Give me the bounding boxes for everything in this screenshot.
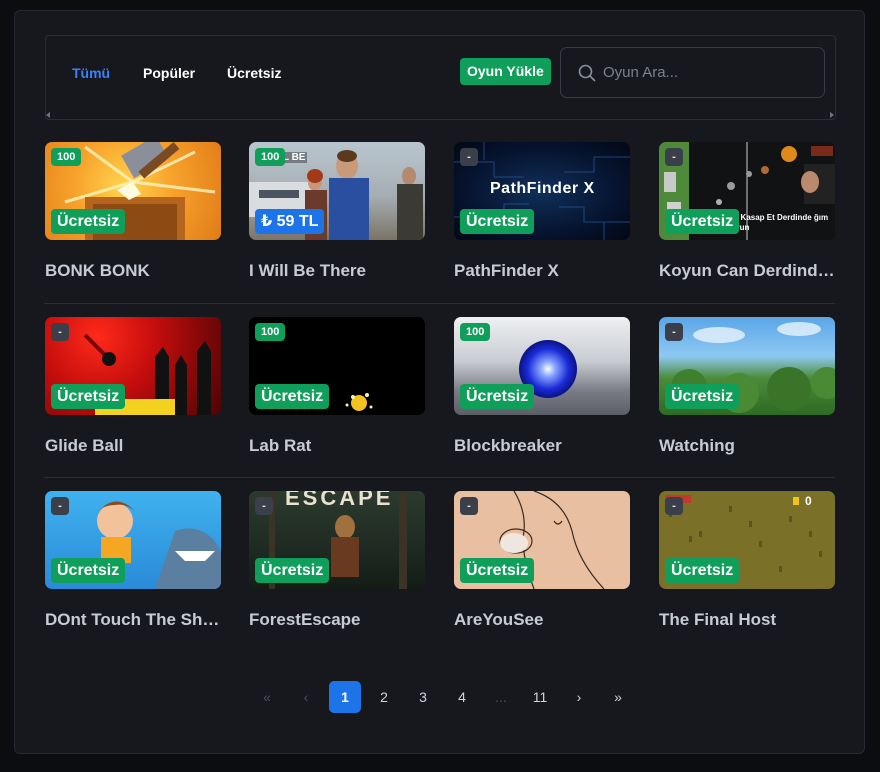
scroll-right-arrow[interactable]	[830, 112, 834, 118]
score-display: 0	[805, 494, 812, 508]
game-title[interactable]: Koyun Can Derdinde Kasap Et Derdinde	[659, 261, 835, 281]
next-page-button[interactable]: ›	[563, 681, 595, 713]
price-badge: Ücretsiz	[665, 558, 740, 583]
search-input[interactable]	[603, 48, 813, 97]
game-title[interactable]: Lab Rat	[249, 436, 425, 456]
price-badge: Ücretsiz	[255, 558, 330, 583]
filter-bar: Tümü Popüler Ücretsiz Oyun Yükle	[45, 35, 836, 120]
game-card[interactable]: de Kasap Et Derdinde ğım Oyun - Ücretsiz…	[659, 142, 835, 281]
game-title[interactable]: Watching	[659, 436, 835, 456]
price-badge: Ücretsiz	[665, 384, 740, 409]
game-thumbnail[interactable]: - Ücretsiz	[659, 317, 835, 415]
game-thumbnail[interactable]: 100 Ücretsiz	[249, 317, 425, 415]
first-page-button[interactable]: «	[251, 681, 283, 713]
tab-all[interactable]: Tümü	[72, 65, 110, 81]
game-thumbnail[interactable]: 100 Ücretsiz	[454, 317, 630, 415]
rating-badge: -	[665, 323, 683, 341]
price-badge: Ücretsiz	[255, 384, 330, 409]
game-card[interactable]: - Ücretsiz Glide Ball	[45, 317, 221, 456]
game-title[interactable]: The Final Host	[659, 610, 835, 630]
rating-badge: -	[665, 148, 683, 166]
rating-badge: -	[665, 497, 683, 515]
game-card[interactable]: I WILL BE 100 ₺ 59 TL I Will Be There	[249, 142, 425, 281]
game-thumbnail[interactable]: de Kasap Et Derdinde ğım Oyun - Ücretsiz	[659, 142, 835, 240]
game-title[interactable]: Blockbreaker	[454, 436, 630, 456]
game-title[interactable]: PathFinder X	[454, 261, 630, 281]
game-thumbnail[interactable]: - Ücretsiz	[454, 491, 630, 589]
row-divider	[44, 303, 835, 304]
game-thumbnail[interactable]: 100 Ücretsiz	[45, 142, 221, 240]
price-badge: Ücretsiz	[460, 558, 535, 583]
page-button[interactable]: 4	[446, 681, 478, 713]
game-title[interactable]: DOnt Touch The Shark	[45, 610, 221, 630]
game-card[interactable]: 100 Ücretsiz BONK BONK	[45, 142, 221, 281]
thumbnail-caption: PathFinder X	[490, 180, 595, 197]
page-button[interactable]: 11	[524, 681, 556, 713]
price-badge: Ücretsiz	[51, 209, 126, 234]
game-card[interactable]: - Ücretsiz DOnt Touch The Shark	[45, 491, 221, 630]
game-thumbnail[interactable]: 0 - Ücretsiz	[659, 491, 835, 589]
game-title[interactable]: ForestEscape	[249, 610, 425, 630]
rating-badge: -	[460, 148, 478, 166]
rating-badge: 100	[255, 323, 286, 341]
tab-popular[interactable]: Popüler	[143, 65, 195, 81]
game-thumbnail[interactable]: PathFinder X - Ücretsiz	[454, 142, 630, 240]
upload-game-button[interactable]: Oyun Yükle	[460, 58, 551, 85]
rating-badge: 100	[51, 148, 82, 166]
rating-badge: -	[51, 323, 69, 341]
game-card[interactable]: PathFinder X - Ücretsiz PathFinder X	[454, 142, 630, 281]
price-badge: Ücretsiz	[460, 384, 535, 409]
pagination-ellipsis: ...	[495, 689, 507, 705]
page-button[interactable]: 2	[368, 681, 400, 713]
rating-badge: -	[51, 497, 69, 515]
game-card[interactable]: - Ücretsiz Watching	[659, 317, 835, 456]
last-page-button[interactable]: »	[602, 681, 634, 713]
row-divider	[44, 477, 835, 478]
price-badge: Ücretsiz	[460, 209, 535, 234]
game-thumbnail[interactable]: - Ücretsiz	[45, 491, 221, 589]
price-badge: Ücretsiz	[51, 558, 126, 583]
rating-badge: -	[255, 497, 273, 515]
price-badge: Ücretsiz	[51, 384, 126, 409]
thumbnail-caption: ESCAPE	[285, 491, 394, 510]
tab-free[interactable]: Ücretsiz	[227, 65, 281, 81]
prev-page-button[interactable]: ‹	[290, 681, 322, 713]
game-card[interactable]: 0 - Ücretsiz The Final Host	[659, 491, 835, 630]
game-thumbnail[interactable]: I WILL BE 100 ₺ 59 TL	[249, 142, 425, 240]
rating-badge: 100	[255, 148, 286, 166]
game-title[interactable]: AreYouSee	[454, 610, 630, 630]
rating-badge: -	[460, 497, 478, 515]
game-card[interactable]: - Ücretsiz AreYouSee	[454, 491, 630, 630]
game-title[interactable]: BONK BONK	[45, 261, 221, 281]
game-card[interactable]: ESCAPE - Ücretsiz ForestEscape	[249, 491, 425, 630]
game-card[interactable]: 100 Ücretsiz Lab Rat	[249, 317, 425, 456]
game-thumbnail[interactable]: ESCAPE - Ücretsiz	[249, 491, 425, 589]
search-box[interactable]	[560, 47, 825, 98]
game-title[interactable]: Glide Ball	[45, 436, 221, 456]
game-thumbnail[interactable]: - Ücretsiz	[45, 317, 221, 415]
rating-badge: 100	[460, 323, 491, 341]
price-badge: Ücretsiz	[665, 209, 740, 234]
scroll-left-arrow[interactable]	[46, 112, 50, 118]
page-button[interactable]: 3	[407, 681, 439, 713]
page-button[interactable]: 1	[329, 681, 361, 713]
price-badge: ₺ 59 TL	[255, 209, 325, 234]
search-icon	[578, 64, 596, 82]
game-card[interactable]: 100 Ücretsiz Blockbreaker	[454, 317, 630, 456]
thumbnail-caption: de Kasap Et Derdinde ğım Oyun	[729, 213, 829, 232]
game-title[interactable]: I Will Be There	[249, 261, 425, 281]
